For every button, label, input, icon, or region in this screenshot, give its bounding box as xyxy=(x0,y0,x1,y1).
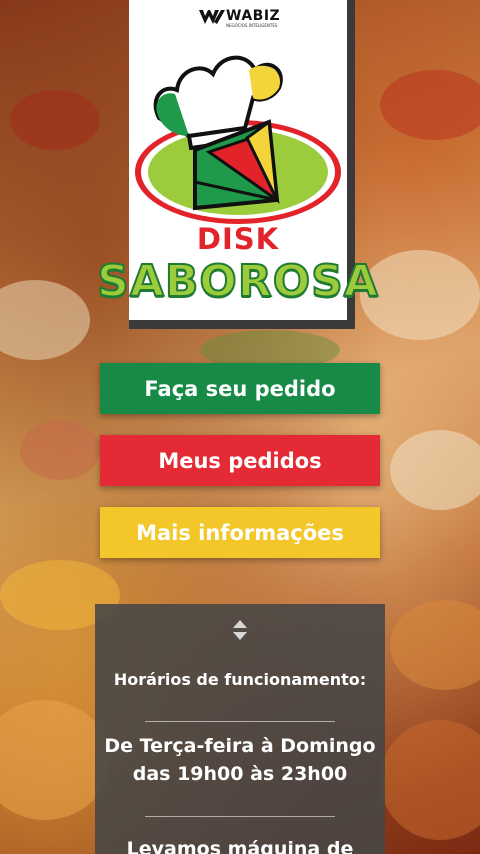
more-info-button[interactable]: Mais informações xyxy=(100,507,380,558)
chevron-up-down-icon[interactable] xyxy=(231,618,249,642)
divider xyxy=(145,816,335,817)
partner-tagline: NEGÓCIOS INTELIGENTES xyxy=(226,23,278,28)
hours-days: De Terça-feira à Domingo xyxy=(104,735,376,757)
hours-time: das 19h00 às 23h00 xyxy=(132,763,348,785)
logo-card: WABIZ NEGÓCIOS INTELIGENTES DISK SABOROS… xyxy=(96,0,379,329)
wabiz-mark-icon xyxy=(199,10,225,24)
brand-name-line1: DISK xyxy=(196,222,280,256)
partner-name: WABIZ xyxy=(226,8,281,24)
order-button[interactable]: Faça seu pedido xyxy=(100,363,380,414)
brand-name-line2: SABOROSA xyxy=(96,255,379,308)
logo-panel: WABIZ NEGÓCIOS INTELIGENTES DISK SABOROS… xyxy=(96,0,379,320)
hours-title: Horários de funcionamento: xyxy=(113,670,367,689)
divider xyxy=(145,721,335,722)
partner-logo: WABIZ NEGÓCIOS INTELIGENTES xyxy=(199,8,289,30)
card-machine-note: Levamos máquina de xyxy=(126,838,354,854)
my-orders-button[interactable]: Meus pedidos xyxy=(100,435,380,486)
info-panel: Horários de funcionamento: De Terça-feir… xyxy=(95,604,385,854)
chef-hat-pizza-emblem-icon xyxy=(135,55,341,224)
